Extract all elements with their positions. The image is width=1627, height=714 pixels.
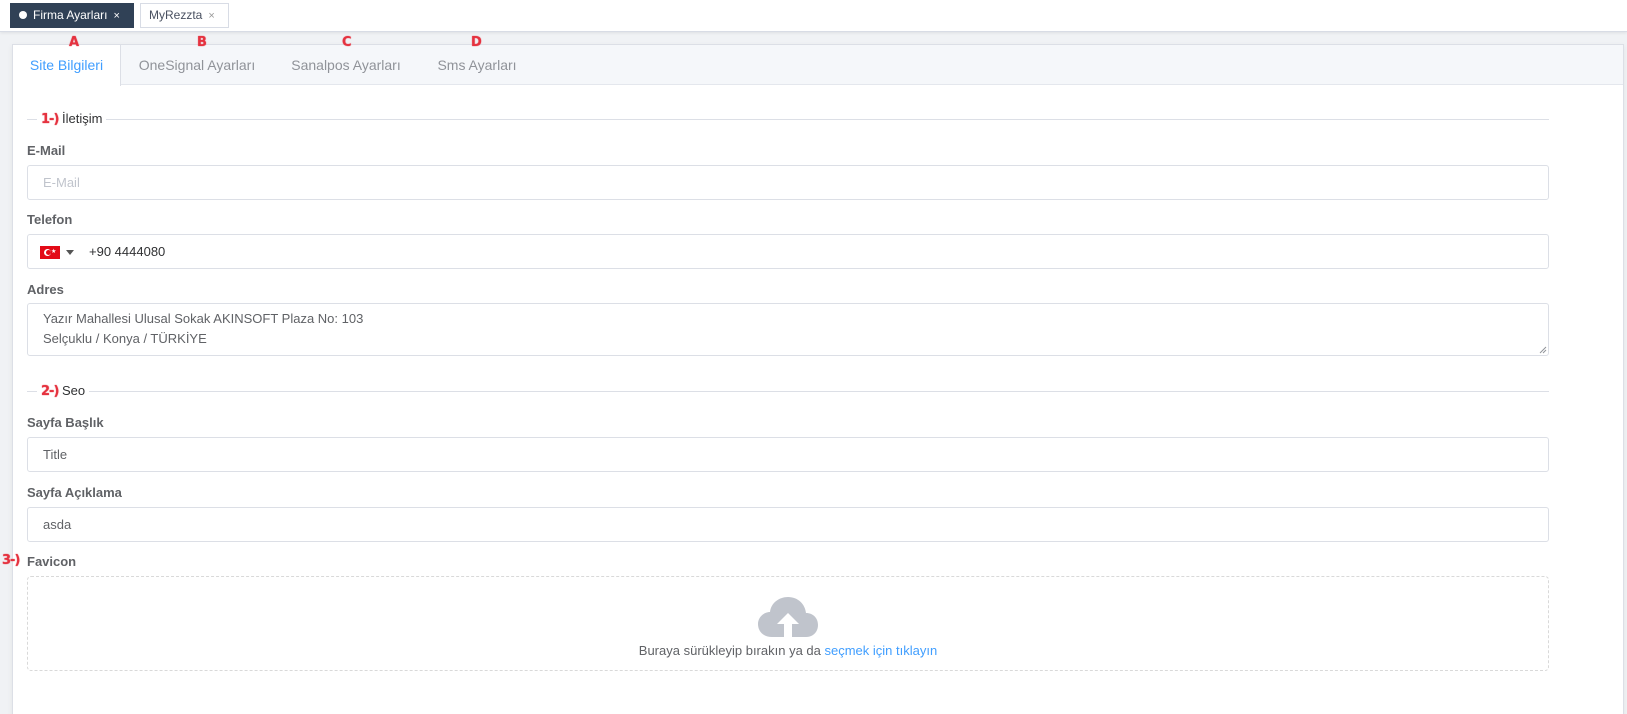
phone-field[interactable]: ★ +90 4444080 <box>27 234 1549 269</box>
tab-onesignal-ayarlari[interactable]: OneSignal Ayarları <box>121 45 273 85</box>
upload-select-link[interactable]: seçmek için tıklayın <box>825 643 938 658</box>
resize-handle-icon[interactable] <box>1539 346 1547 354</box>
address-label: Adres <box>27 282 64 297</box>
page-tab-myrezzta[interactable]: MyRezzta × <box>140 3 229 28</box>
cloud-upload-icon <box>758 597 818 639</box>
section-title-text: Seo <box>62 383 86 398</box>
page-title-field[interactable]: Title <box>27 437 1549 472</box>
annotation-marker-d: D <box>471 35 482 50</box>
annotation-marker-3: 3-) <box>2 553 20 568</box>
address-textarea[interactable]: Yazır Mahallesi Ulusal Sokak AKINSOFT Pl… <box>27 303 1549 356</box>
turkey-flag-icon[interactable]: ★ <box>40 246 60 259</box>
settings-tabs: Site Bilgileri OneSignal Ayarları Sanalp… <box>13 45 1623 86</box>
favicon-label: Favicon <box>27 554 77 569</box>
settings-card: Site Bilgileri OneSignal Ayarları Sanalp… <box>12 44 1624 714</box>
phone-label: Telefon <box>27 212 73 227</box>
section-divider <box>27 391 1549 392</box>
section-title-iletisim: 1-) İletişim <box>37 111 107 127</box>
caret-down-icon[interactable] <box>66 250 74 255</box>
email-label: E-Mail <box>27 143 66 158</box>
section-title-text: İletişim <box>62 111 103 126</box>
annotation-marker: 1-) <box>41 112 59 127</box>
upload-instructions: Buraya sürükleyip bırakın ya da seçmek i… <box>28 643 1548 658</box>
page-title-label: Sayfa Başlık <box>27 415 104 430</box>
annotation-marker-a: A <box>69 35 80 50</box>
tab-site-bilgileri[interactable]: Site Bilgileri <box>13 45 121 86</box>
active-dot-icon <box>19 11 27 19</box>
tab-sms-ayarlari[interactable]: Sms Ayarları <box>419 45 535 85</box>
section-divider <box>27 119 1549 120</box>
page-description-field[interactable]: asda <box>27 507 1549 542</box>
email-field[interactable]: E-Mail <box>27 165 1549 200</box>
page-description-label: Sayfa Açıklama <box>27 485 122 500</box>
close-icon[interactable]: × <box>208 5 214 28</box>
annotation-marker: 2-) <box>41 384 59 399</box>
annotation-marker-b: B <box>197 35 207 50</box>
phone-value: +90 4444080 <box>89 244 166 259</box>
upload-text: Buraya sürükleyip bırakın ya da <box>638 643 825 658</box>
page-tab-label: Firma Ayarları <box>33 8 108 22</box>
page-tab-bar: Firma Ayarları × MyRezzta × <box>0 0 1627 32</box>
section-title-seo: 2-) Seo <box>37 383 90 399</box>
address-line-1: Yazır Mahallesi Ulusal Sokak AKINSOFT Pl… <box>43 311 364 326</box>
tab-sanalpos-ayarlari[interactable]: Sanalpos Ayarları <box>273 45 419 85</box>
address-line-2: Selçuklu / Konya / TÜRKİYE <box>43 331 207 346</box>
close-icon[interactable]: × <box>113 5 119 28</box>
page-tab-firma-ayarlari[interactable]: Firma Ayarları × <box>10 3 134 28</box>
favicon-upload-dropzone[interactable]: Buraya sürükleyip bırakın ya da seçmek i… <box>27 576 1549 671</box>
page-tab-label: MyRezzta <box>149 8 203 22</box>
annotation-marker-c: C <box>342 35 352 50</box>
